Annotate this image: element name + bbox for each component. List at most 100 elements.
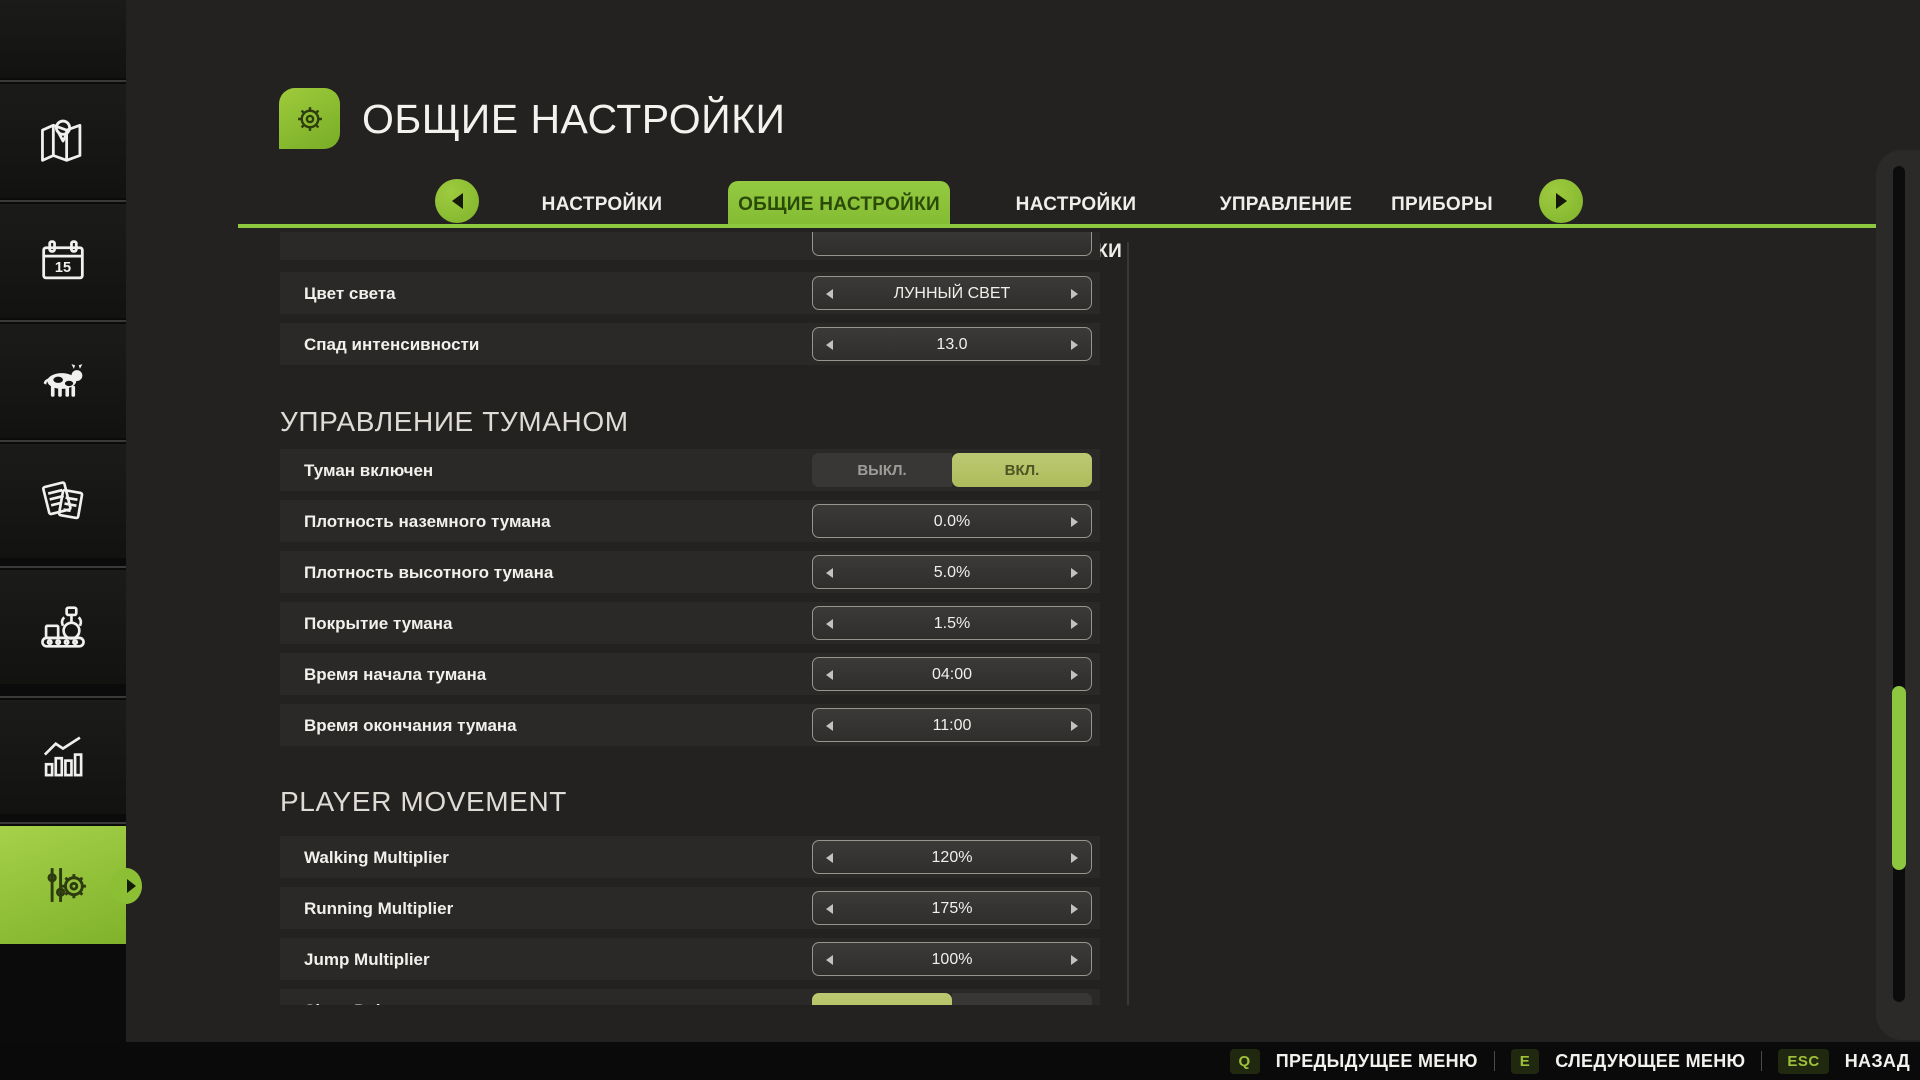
toggle-on-button[interactable]: ВКЛ.	[952, 993, 1092, 1005]
setting-row-clipped-top[interactable]	[280, 232, 1100, 260]
scrollbar-thumb[interactable]	[1892, 686, 1906, 870]
key-badge-esc: ESC	[1778, 1048, 1829, 1074]
setting-row-running-multiplier[interactable]: Running Multiplier 175%	[280, 887, 1100, 929]
value-selector[interactable]: 13.0	[812, 327, 1092, 361]
sidebar-active-bump	[110, 868, 142, 904]
selector-value: 5.0%	[933, 564, 971, 581]
increase-arrow-icon[interactable]	[1071, 670, 1078, 680]
value-selector[interactable]: 11:00	[812, 708, 1092, 742]
increase-arrow-icon[interactable]	[1071, 904, 1078, 914]
tab-graphics-settings[interactable]: НАСТРОЙКИ ГРАФИКИ	[968, 181, 1184, 262]
selector-value	[813, 232, 1091, 257]
page-title-icon-badge	[279, 88, 340, 149]
tab-controls[interactable]: УПРАВЛЕНИЕ	[1216, 181, 1356, 227]
selector-value: 120%	[931, 849, 973, 866]
increase-arrow-icon[interactable]	[1071, 517, 1078, 527]
sidebar-item-production[interactable]	[0, 570, 126, 684]
setting-row-light-color[interactable]: Цвет света ЛУННЫЙ СВЕТ	[280, 272, 1100, 314]
toggle-off-button[interactable]: ВЫКЛ.	[812, 453, 952, 487]
increase-arrow-icon[interactable]	[1071, 340, 1078, 350]
value-selector[interactable]	[812, 232, 1092, 256]
value-selector[interactable]: 04:00	[812, 657, 1092, 691]
setting-label: Время начала тумана	[304, 665, 487, 684]
sidebar-item-empty	[0, 0, 126, 78]
sidebar-item-map[interactable]	[0, 84, 126, 198]
setting-label: Туман включен	[304, 461, 434, 480]
left-arrow-icon	[451, 193, 463, 209]
setting-label: Running Multiplier	[304, 899, 454, 918]
key-badge-q: Q	[1229, 1048, 1260, 1074]
setting-label: Время окончания тумана	[304, 716, 517, 735]
page-title: ОБЩИЕ НАСТРОЙКИ	[362, 96, 786, 142]
setting-row-fog-end-time[interactable]: Время окончания тумана 11:00	[280, 704, 1100, 746]
setting-label: Спад интенсивности	[304, 335, 480, 354]
sidebar-item-animals[interactable]	[0, 324, 126, 438]
tabs-underline	[238, 224, 1878, 228]
value-selector[interactable]: ЛУННЫЙ СВЕТ	[812, 276, 1092, 310]
sidebar-active-arrow-icon	[127, 879, 136, 893]
divider	[0, 320, 126, 322]
setting-row-fog-coverage[interactable]: Покрытие тумана 1.5%	[280, 602, 1100, 644]
setting-row-fog-enabled[interactable]: Туман включен ВЫКЛ. ВКЛ.	[280, 449, 1100, 491]
selector-value: 175%	[931, 900, 973, 917]
setting-row-jump-multiplier[interactable]: Jump Multiplier 100%	[280, 938, 1100, 980]
divider	[0, 80, 126, 82]
toggle-group: ВЫКЛ. ВКЛ.	[812, 453, 1092, 487]
toggle-off-button[interactable]: ВЫКЛ.	[812, 993, 952, 1005]
contracts-notes-icon	[41, 481, 84, 520]
value-selector[interactable]: 1.5%	[812, 606, 1092, 640]
divider	[0, 200, 126, 202]
settings-scroll-area: Цвет света ЛУННЫЙ СВЕТ Спад интенсивност…	[247, 232, 1877, 1005]
sidebar-item-calendar[interactable]: 15	[0, 204, 126, 318]
setting-label: Sleep Delay	[304, 989, 399, 1005]
setting-row-walking-multiplier[interactable]: Walking Multiplier 120%	[280, 836, 1100, 878]
tab-game-settings[interactable]: НАСТРОЙКИ ИГРЫ	[512, 181, 692, 262]
svg-text:15: 15	[55, 260, 71, 276]
increase-arrow-icon[interactable]	[1071, 289, 1078, 299]
shortcut-back[interactable]: НАЗАД	[1845, 1051, 1910, 1072]
increase-arrow-icon[interactable]	[1071, 955, 1078, 965]
value-selector[interactable]: 0.0%	[812, 504, 1092, 538]
value-selector[interactable]: 100%	[812, 942, 1092, 976]
right-arrow-icon	[1555, 193, 1567, 209]
setting-label: Цвет света	[304, 284, 396, 303]
setting-label: Плотность высотного тумана	[304, 563, 554, 582]
statistics-chart-icon	[43, 736, 83, 777]
calendar-icon: 15	[42, 240, 84, 280]
tab-general-settings[interactable]: ОБЩИЕ НАСТРОЙКИ	[728, 181, 950, 227]
value-selector[interactable]: 120%	[812, 840, 1092, 874]
map-icon	[41, 119, 82, 162]
divider	[1493, 1051, 1495, 1071]
selector-value: 13.0	[936, 336, 968, 353]
selector-value: 0.0%	[933, 513, 971, 530]
setting-row-intensity-falloff[interactable]: Спад интенсивности 13.0	[280, 323, 1100, 365]
sidebar: 15	[0, 0, 126, 1042]
scrollbar-track[interactable]	[1893, 166, 1905, 1002]
setting-row-sleep-delay-clipped[interactable]: Sleep Delay ВЫКЛ. ВКЛ.	[280, 989, 1100, 1005]
value-selector[interactable]: 5.0%	[812, 555, 1092, 589]
gear-icon	[297, 106, 322, 131]
shortcut-previous-menu[interactable]: ПРЕДЫДУЩЕЕ МЕНЮ	[1276, 1051, 1478, 1072]
tabs-prev-button[interactable]	[435, 179, 479, 223]
setting-row-height-fog-density[interactable]: Плотность высотного тумана 5.0%	[280, 551, 1100, 593]
tabs-next-button[interactable]	[1539, 179, 1583, 223]
divider	[0, 440, 126, 442]
increase-arrow-icon[interactable]	[1071, 721, 1078, 731]
increase-arrow-icon[interactable]	[1071, 619, 1078, 629]
selector-value: 1.5%	[933, 615, 971, 632]
increase-arrow-icon[interactable]	[1071, 853, 1078, 863]
sidebar-item-contracts[interactable]	[0, 444, 126, 558]
increase-arrow-icon[interactable]	[1071, 568, 1078, 578]
section-title-fog-control: УПРАВЛЕНИЕ ТУМАНОМ	[280, 406, 629, 437]
shortcut-next-menu[interactable]: СЛЕДУЮЩЕЕ МЕНЮ	[1555, 1051, 1745, 1072]
selector-value: 04:00	[931, 666, 973, 683]
value-selector[interactable]: 175%	[812, 891, 1092, 925]
setting-row-fog-start-time[interactable]: Время начала тумана 04:00	[280, 653, 1100, 695]
sidebar-item-settings-active[interactable]	[0, 826, 126, 944]
toggle-on-button[interactable]: ВКЛ.	[952, 453, 1092, 487]
sidebar-item-statistics[interactable]	[0, 700, 126, 814]
divider	[0, 566, 126, 568]
animals-cow-icon	[43, 364, 83, 397]
setting-row-ground-fog-density[interactable]: Плотность наземного тумана 0.0%	[280, 500, 1100, 542]
tab-devices[interactable]: ПРИБОРЫ	[1388, 181, 1496, 227]
